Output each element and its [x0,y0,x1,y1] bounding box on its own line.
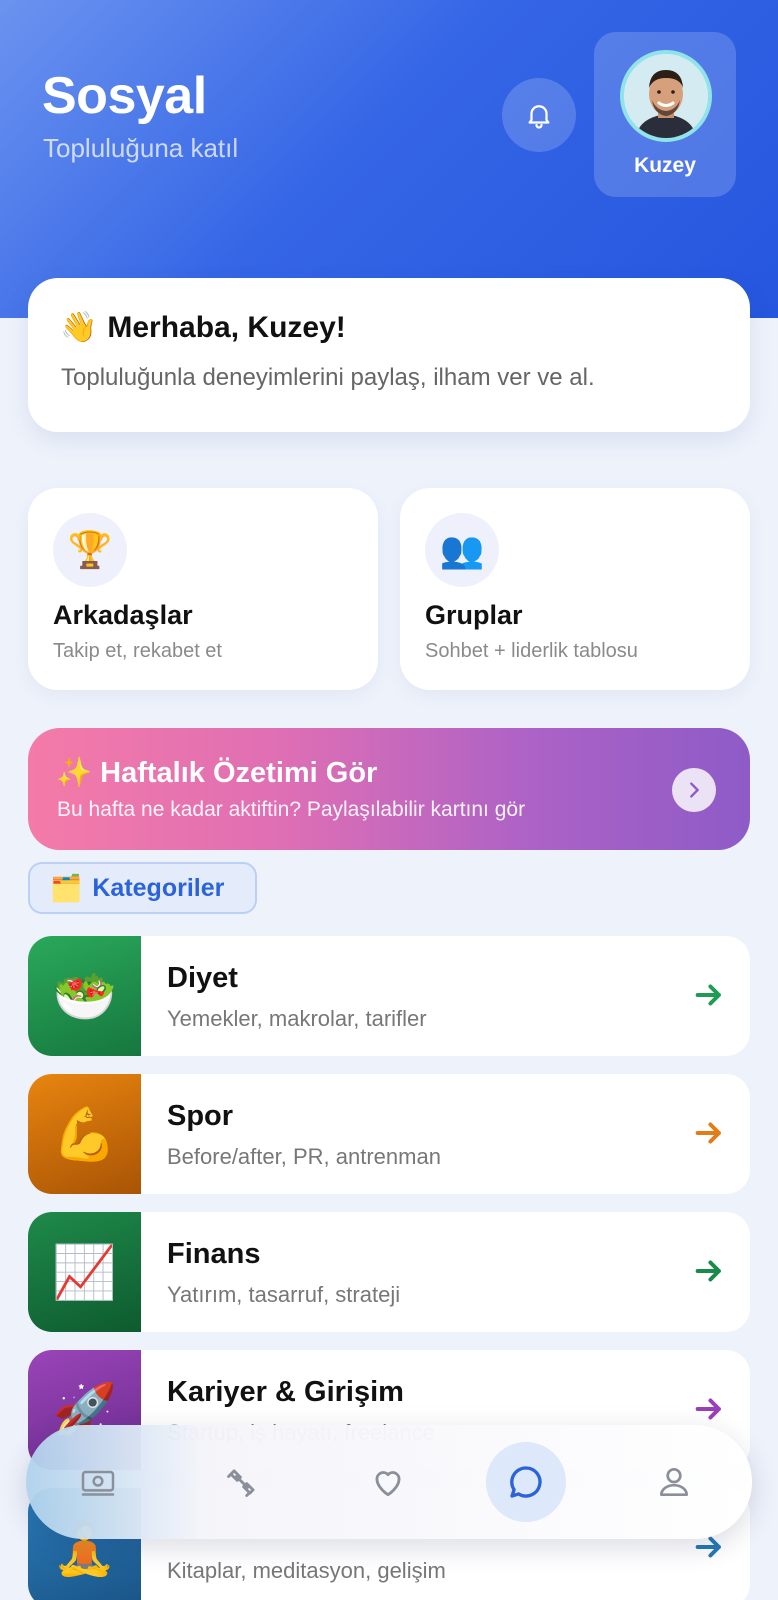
trophy-icon: 🏆 [53,513,127,587]
friends-subtitle: Takip et, rekabet et [53,640,222,662]
bottom-tab-bar [26,1425,752,1539]
bell-icon [528,105,550,129]
tab-finance[interactable] [58,1442,138,1522]
wave-icon: 👋 [60,311,98,344]
groups-subtitle: Sohbet + liderlik tablosu [425,640,638,662]
header: Sosyal Topluluğuna katıl Kuzey [0,0,778,318]
money-icon [81,1470,115,1496]
tab-profile[interactable] [634,1442,714,1522]
greeting-text: Topluluğunla deneyimlerini paylaş, ilham… [61,364,595,391]
category-finance[interactable]: 📈 Finans Yatırım, tasarruf, strateji [28,1212,750,1332]
arrow-right-icon [695,1260,721,1282]
page-title: Sosyal [42,67,207,125]
folder-icon: 🗂️ [50,872,83,903]
salad-icon: 🥗 [28,936,141,1056]
category-title: Finans [167,1238,261,1270]
arrow-right-icon [695,984,721,1006]
category-subtitle: Kitaplar, meditasyon, gelişim [167,1558,446,1583]
groups-title: Gruplar [425,600,523,630]
profile-button[interactable]: Kuzey [594,32,736,197]
chevron-right-icon [690,782,699,798]
category-subtitle: Before/after, PR, antrenman [167,1144,441,1169]
category-title: Diyet [167,962,238,994]
category-sport[interactable]: 💪 Spor Before/after, PR, antrenman [28,1074,750,1194]
tab-social[interactable] [486,1442,566,1522]
muscle-icon: 💪 [28,1074,141,1194]
page-subtitle: Topluluğuna katıl [43,133,239,163]
category-diet[interactable]: 🥗 Diyet Yemekler, makrolar, tarifler [28,936,750,1056]
groups-card[interactable]: 👥 Gruplar Sohbet + liderlik tablosu [400,488,750,690]
category-subtitle: Yatırım, tasarruf, strateji [167,1282,401,1307]
friends-card[interactable]: 🏆 Arkadaşlar Takip et, rekabet et [28,488,378,690]
weekly-subtitle: Bu hafta ne kadar aktiftin? Paylaşılabil… [57,798,526,821]
chat-icon [510,1466,542,1498]
greeting-card: 👋 Merhaba, Kuzey! Topluluğunla deneyimle… [28,278,750,432]
tab-workout[interactable] [202,1442,282,1522]
avatar [620,50,712,142]
greeting-title: 👋 Merhaba, Kuzey! [60,310,346,345]
heart-icon [375,1471,401,1497]
tab-health[interactable] [348,1442,428,1522]
weekly-title: ✨ Haftalık Özetimi Gör [56,757,378,789]
person-icon [659,1467,689,1497]
category-title: Kariyer & Girişim [167,1376,404,1408]
category-subtitle: Yemekler, makrolar, tarifler [167,1006,427,1031]
notifications-button[interactable] [502,78,576,152]
chart-up-icon: 📈 [28,1212,141,1332]
weekly-summary-banner[interactable]: ✨ Haftalık Özetimi Gör Bu hafta ne kadar… [28,728,750,850]
weekly-open-button[interactable] [672,768,716,812]
categories-chip: 🗂️ Kategoriler [28,862,257,914]
arrow-right-icon [695,1122,721,1144]
categories-label: Kategoriler [92,873,225,902]
people-icon: 👥 [425,513,499,587]
profile-name: Kuzey [634,154,696,177]
friends-title: Arkadaşlar [53,600,193,630]
arrow-right-icon [695,1398,721,1420]
dumbbell-icon [227,1469,255,1497]
category-title: Spor [167,1100,234,1132]
greeting-heading: Merhaba, Kuzey! [107,310,346,344]
